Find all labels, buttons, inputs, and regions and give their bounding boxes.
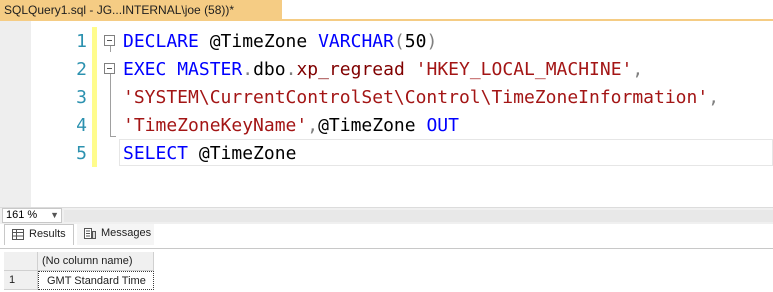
grid-icon <box>12 229 24 240</box>
editor-glyph-margin <box>0 21 31 207</box>
line-number: 4 <box>76 115 87 136</box>
zoom-level: 161 % <box>6 209 38 221</box>
code-token: @TimeZone <box>209 31 308 52</box>
editor-status-bar: 161 % ▼ <box>0 207 773 224</box>
code-token: dbo <box>253 59 286 80</box>
code-line[interactable]: 'SYSTEM\CurrentControlSet\Control\TimeZo… <box>123 84 719 112</box>
change-tracking-marker <box>92 27 97 167</box>
code-token: 'TimeZoneKeyName' <box>123 115 308 136</box>
horizontal-scrollbar[interactable] <box>64 210 773 222</box>
line-number-gutter: 1 2 3 4 5 <box>31 28 91 168</box>
collapse-icon[interactable] <box>104 35 115 46</box>
line-number: 1 <box>76 31 87 52</box>
result-cell[interactable]: GMT Standard Time <box>38 271 154 290</box>
code-token: MASTER <box>177 59 243 80</box>
table-row[interactable]: 1 GMT Standard Time <box>4 271 154 290</box>
code-token: SELECT <box>123 143 189 164</box>
tab-messages[interactable]: Messages <box>77 224 154 245</box>
code-line[interactable]: 'TimeZoneKeyName',@TimeZone OUT <box>123 112 719 140</box>
code-token: ) <box>426 31 438 52</box>
code-token: . <box>285 59 297 80</box>
tab-results[interactable]: Results <box>4 224 74 245</box>
code-token: DECLARE <box>123 31 199 52</box>
query-document-tab[interactable]: SQLQuery1.sql - JG...INTERNAL\joe (58))* <box>0 0 282 20</box>
code-token: . <box>242 59 254 80</box>
zoom-dropdown[interactable]: 161 % ▼ <box>2 208 62 223</box>
code-text[interactable]: DECLARE @TimeZone VARCHAR(50) EXEC MASTER… <box>123 28 719 168</box>
code-token: EXEC <box>123 59 167 80</box>
line-number: 2 <box>76 59 87 80</box>
outline-line <box>110 46 111 52</box>
tab-results-label: Results <box>29 228 66 240</box>
chevron-down-icon: ▼ <box>50 210 59 220</box>
code-line[interactable]: DECLARE @TimeZone VARCHAR(50) <box>123 28 719 56</box>
column-header[interactable]: (No column name) <box>38 252 154 271</box>
results-pane: Results Messages (No column name) 1 GMT … <box>0 224 773 292</box>
tabs-divider <box>0 248 773 249</box>
messages-icon <box>84 228 96 239</box>
document-tab-strip: SQLQuery1.sql - JG...INTERNAL\joe (58))* <box>0 0 773 21</box>
code-token: @TimeZone <box>198 143 297 164</box>
code-token: 'SYSTEM\CurrentControlSet\Control\TimeZo… <box>123 87 709 108</box>
line-number: 3 <box>76 87 87 108</box>
line-number: 5 <box>76 143 87 164</box>
code-line[interactable]: SELECT @TimeZone <box>123 140 719 168</box>
query-editor[interactable]: 1 2 3 4 5 DECLARE @TimeZone VARCHAR(50) E… <box>0 21 773 207</box>
code-token: 'HKEY_LOCAL_MACHINE' <box>415 59 633 80</box>
code-token: OUT <box>426 115 459 136</box>
collapse-icon[interactable] <box>104 63 115 74</box>
outline-line <box>110 74 111 136</box>
code-line[interactable]: EXEC MASTER.dbo.xp_regread 'HKEY_LOCAL_M… <box>123 56 719 84</box>
code-token: , <box>708 87 720 108</box>
code-token: , <box>632 59 644 80</box>
query-tab-title: SQLQuery1.sql - JG...INTERNAL\joe (58))* <box>4 3 235 17</box>
code-token: xp_regread <box>296 59 405 80</box>
row-header-corner[interactable] <box>4 252 38 271</box>
code-token: @TimeZone <box>318 115 416 136</box>
tab-messages-label: Messages <box>101 227 152 239</box>
outline-end <box>110 136 116 137</box>
grid-header-row: (No column name) <box>4 252 154 271</box>
code-token: 50 <box>404 31 427 52</box>
code-token: VARCHAR <box>318 31 394 52</box>
code-token: , <box>307 115 319 136</box>
row-number[interactable]: 1 <box>4 271 38 290</box>
code-token: ( <box>393 31 405 52</box>
